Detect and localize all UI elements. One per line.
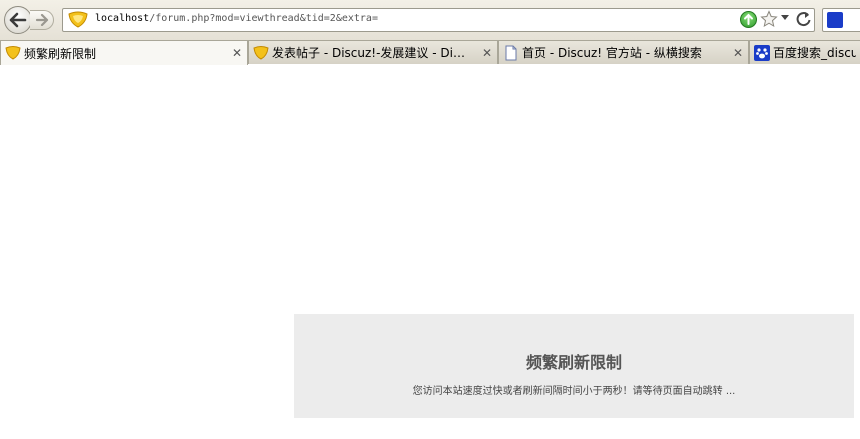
notice-title: 频繁刷新限制 xyxy=(525,353,622,372)
tab-discuz-home[interactable]: 首页 - Discuz! 官方站 - 纵横搜索 ✕ xyxy=(498,40,749,64)
url-text[interactable]: localhost/forum.php?mod=viewthread&tid=2… xyxy=(95,13,378,24)
url-host: localhost xyxy=(95,13,150,24)
page-icon xyxy=(505,45,517,60)
tab-title: 频繁刷新限制 xyxy=(24,46,97,61)
discuz-favicon-icon xyxy=(5,46,21,60)
back-button[interactable] xyxy=(4,6,32,34)
tab-frequent-refresh[interactable]: 频繁刷新限制 ✕ xyxy=(0,40,248,65)
go-button[interactable] xyxy=(740,11,757,28)
page-content: 频繁刷新限制 您访问本站速度过快或者刷新间隔时间小于两秒！请等待页面自动跳转 .… xyxy=(0,65,860,439)
baidu-paw-icon[interactable] xyxy=(827,12,843,28)
reload-icon[interactable] xyxy=(795,10,812,28)
baidu-paw-icon xyxy=(754,44,770,61)
close-tab-icon[interactable]: ✕ xyxy=(481,47,493,59)
url-history-dropdown-icon[interactable] xyxy=(781,15,789,21)
url-path: /forum.php?mod=viewthread&tid=2&extra= xyxy=(149,13,378,24)
forward-button[interactable] xyxy=(30,10,54,30)
discuz-favicon-icon[interactable] xyxy=(67,11,89,29)
tab-title: 百度搜索_discuz xyxy=(773,46,856,60)
tab-post-thread[interactable]: 发表帖子 - Discuz!-发展建议 - Di… ✕ xyxy=(248,40,498,64)
back-arrow-icon xyxy=(9,12,27,28)
close-tab-icon[interactable]: ✕ xyxy=(231,47,243,59)
notice-message: 您访问本站速度过快或者刷新间隔时间小于两秒！请等待页面自动跳转 ... xyxy=(412,386,736,397)
tab-title: 发表帖子 - Discuz!-发展建议 - Di… xyxy=(272,46,465,60)
forward-arrow-icon xyxy=(35,14,48,26)
close-tab-icon[interactable]: ✕ xyxy=(732,47,744,59)
bookmark-star-icon[interactable] xyxy=(760,10,778,28)
tab-title: 首页 - Discuz! 官方站 - 纵横搜索 xyxy=(522,46,702,60)
refresh-limit-notice: 频繁刷新限制 您访问本站速度过快或者刷新间隔时间小于两秒！请等待页面自动跳转 .… xyxy=(294,314,854,418)
discuz-favicon-icon xyxy=(253,45,269,60)
tab-baidu-search[interactable]: 百度搜索_discuz xyxy=(749,40,860,64)
address-bar[interactable]: localhost/forum.php?mod=viewthread&tid=2… xyxy=(62,8,815,32)
search-box[interactable] xyxy=(822,8,860,32)
tab-strip: 频繁刷新限制 ✕ 发表帖子 - Discuz!-发展建议 - Di… ✕ 首页 … xyxy=(0,40,860,65)
go-arrow-icon xyxy=(744,13,753,25)
navigation-toolbar: localhost/forum.php?mod=viewthread&tid=2… xyxy=(0,0,860,40)
